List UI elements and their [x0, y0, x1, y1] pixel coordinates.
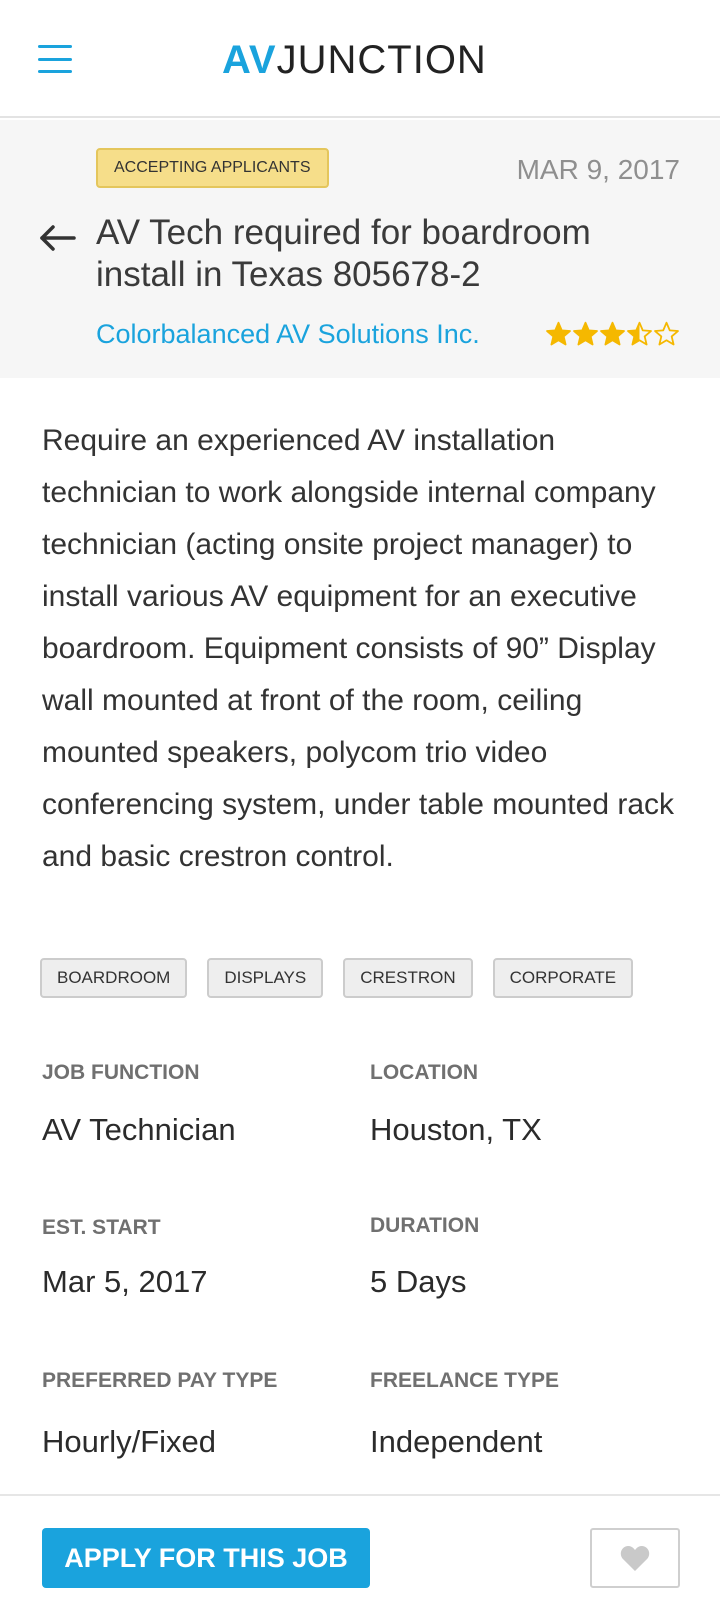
tag-list: BOARDROOM DISPLAYS CRESTRON CORPORATE [40, 958, 634, 998]
apply-button[interactable]: APPLY FOR THIS JOB [42, 1528, 370, 1588]
job-function-value: AV Technician [42, 1112, 236, 1147]
freelance-type-value: Independent [370, 1424, 543, 1459]
company-link[interactable]: Colorbalanced AV Solutions Inc. [96, 314, 480, 354]
post-date: MAR 9, 2017 [516, 154, 680, 185]
status-badge: ACCEPTING APPLICANTS [96, 148, 329, 188]
duration-value: 5 Days [370, 1264, 467, 1299]
tag-chip[interactable]: DISPLAYS [207, 958, 324, 998]
pay-type-label: PREFERRED PAY TYPE [42, 1369, 278, 1392]
job-detail-page: AVJUNCTION ACCEPTING APPLICANTS MAR 9, 2… [0, 0, 720, 1614]
favorite-button[interactable] [590, 1528, 680, 1588]
job-description: Require an experienced AV installation t… [42, 424, 675, 873]
heart-icon [620, 1545, 650, 1571]
star-full-icon [573, 321, 598, 345]
job-title: AV Tech required for boardroom install i… [96, 213, 591, 294]
star-rating [545, 314, 680, 354]
action-footer: APPLY FOR THIS JOB [0, 1494, 720, 1614]
job-header: ACCEPTING APPLICANTS MAR 9, 2017 AV Tech… [0, 120, 720, 378]
avjunction-logo[interactable]: AVJUNCTION [222, 36, 487, 84]
logo-junction-text: JUNCTION [276, 38, 487, 82]
pay-type-value: Hourly/Fixed [42, 1424, 216, 1459]
tag-chip[interactable]: CORPORATE [492, 958, 634, 998]
job-function-label: JOB FUNCTION [42, 1061, 200, 1084]
tag-chip[interactable]: CRESTRON [343, 958, 473, 998]
logo-av-text: AV [222, 38, 277, 82]
star-full-icon [600, 321, 625, 345]
arrow-left-icon[interactable] [38, 218, 78, 258]
location-value: Houston, TX [370, 1112, 542, 1147]
location-label: LOCATION [370, 1061, 479, 1084]
star-empty-icon [654, 321, 679, 345]
tag-chip[interactable]: BOARDROOM [40, 958, 188, 998]
est-start-label: EST. START [42, 1216, 161, 1239]
star-half-icon [627, 321, 652, 345]
freelance-type-label: FREELANCE TYPE [370, 1369, 560, 1392]
est-start-value: Mar 5, 2017 [42, 1264, 208, 1299]
hamburger-menu-icon[interactable] [38, 45, 72, 73]
star-full-icon [546, 321, 571, 345]
top-app-bar: AVJUNCTION [0, 0, 720, 118]
duration-label: DURATION [370, 1214, 480, 1237]
